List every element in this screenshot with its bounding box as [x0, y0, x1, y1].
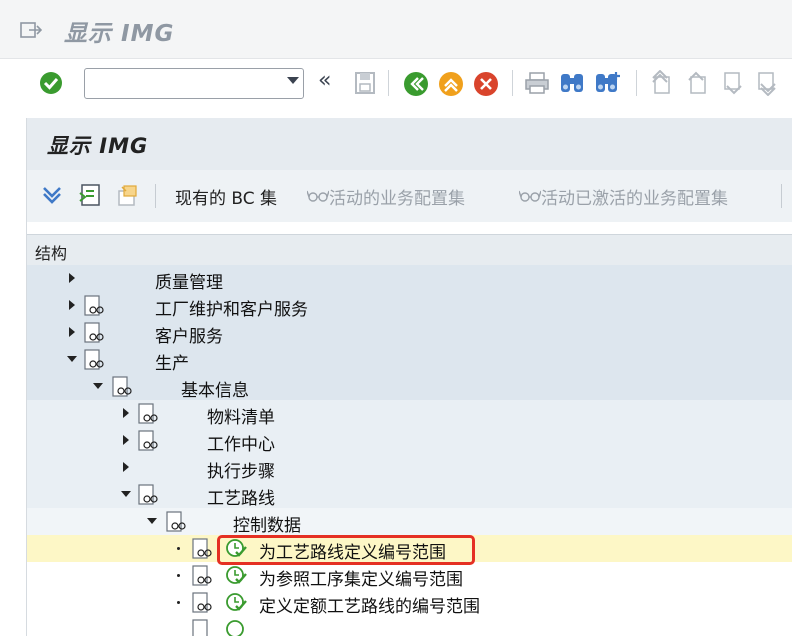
application-toolbar: 现有的 BC 集 活动的业务配置集 活动已激活的业务配置集: [27, 170, 792, 222]
tree-node-label[interactable]: 控制数据: [233, 511, 301, 536]
tree-node-label[interactable]: 物料清单: [207, 403, 275, 428]
structure-header: 结构: [27, 234, 792, 266]
tree-node-label[interactable]: 执行步骤: [207, 457, 275, 482]
find-icon[interactable]: [558, 70, 586, 96]
cancel-icon[interactable]: [472, 70, 500, 98]
command-field[interactable]: [84, 68, 304, 99]
execute-clock-check-icon[interactable]: [225, 564, 247, 586]
enter-icon[interactable]: [38, 70, 64, 96]
back-double-chevron-icon[interactable]: «: [318, 68, 331, 93]
tree-node-bom[interactable]: 物料清单: [27, 400, 792, 428]
tree-node-quality[interactable]: 质量管理: [27, 265, 792, 293]
tree-node-label[interactable]: 定义定额工艺路线的编号范围: [259, 592, 480, 617]
expand-arrow-icon[interactable]: [69, 327, 75, 337]
tree-node-label[interactable]: 质量管理: [155, 268, 223, 293]
expand-all-icon[interactable]: [41, 184, 63, 206]
documentation-icon[interactable]: [191, 538, 213, 560]
note-icon[interactable]: [79, 183, 103, 207]
documentation-icon[interactable]: [137, 484, 159, 506]
tree-node-label[interactable]: 工厂维护和客户服务: [155, 295, 308, 320]
collapse-arrow-icon[interactable]: [121, 491, 131, 497]
documentation-icon[interactable]: [191, 592, 213, 614]
page-title: 显示 IMG: [47, 134, 149, 158]
structure-label: 结构: [35, 244, 68, 263]
active-bc-sets-button[interactable]: 活动的业务配置集: [329, 184, 465, 209]
documentation-icon[interactable]: [137, 403, 159, 425]
tree-node-label[interactable]: 客户服务: [155, 322, 223, 347]
tree-node-plant-maintenance[interactable]: 工厂维护和客户服务: [27, 292, 792, 320]
documentation-icon[interactable]: [83, 322, 105, 344]
expand-arrow-icon[interactable]: [123, 408, 129, 418]
glasses-icon: [519, 190, 541, 202]
documentation-icon[interactable]: [191, 565, 213, 587]
collapse-arrow-icon[interactable]: [67, 356, 77, 362]
release-notes-icon[interactable]: [115, 183, 139, 207]
collapse-arrow-icon[interactable]: [93, 383, 103, 389]
window-title: 显示 IMG: [64, 21, 175, 47]
activated-bc-sets-button[interactable]: 活动已激活的业务配置集: [541, 184, 728, 209]
tree-node-label[interactable]: 工艺路线: [207, 484, 275, 509]
back-icon[interactable]: [402, 70, 430, 98]
img-panel: 显示 IMG 现有的 BC 集 活动的业务配置集 活动已激活的业务配置集 结构 …: [26, 118, 792, 636]
tree-node-production[interactable]: 生产: [27, 346, 792, 374]
bullet-dot: [177, 547, 180, 550]
documentation-icon[interactable]: [191, 619, 213, 636]
tree-node-partial[interactable]: [27, 616, 792, 636]
bullet-dot: [177, 574, 180, 577]
tree-node-label[interactable]: 为参照工序集定义编号范围: [259, 565, 463, 590]
expand-arrow-icon[interactable]: [123, 462, 129, 472]
command-input[interactable]: [91, 69, 275, 98]
previous-page-icon[interactable]: [684, 70, 710, 96]
tree-node-basic-data[interactable]: 基本信息: [27, 373, 792, 401]
exit-icon[interactable]: [20, 22, 42, 38]
expand-arrow-icon[interactable]: [69, 300, 75, 310]
exit-nav-icon[interactable]: [437, 70, 465, 98]
documentation-icon[interactable]: [83, 349, 105, 371]
tree-node-rate-routing-range[interactable]: 定义定额工艺路线的编号范围: [27, 589, 792, 617]
print-icon[interactable]: [524, 71, 550, 95]
existing-bc-sets-button[interactable]: 现有的 BC 集: [175, 184, 277, 209]
tree-node-ref-operation-set-range[interactable]: 为参照工序集定义编号范围: [27, 562, 792, 590]
execute-clock-check-icon[interactable]: [225, 618, 247, 636]
execute-clock-check-icon[interactable]: [225, 591, 247, 613]
tree-node-label[interactable]: 生产: [155, 349, 189, 374]
save-icon[interactable]: [352, 70, 378, 96]
tree-node-define-number-range[interactable]: 为工艺路线定义编号范围: [27, 535, 792, 565]
documentation-icon[interactable]: [137, 430, 159, 452]
glasses-icon: [307, 190, 329, 202]
command-dropdown-icon[interactable]: [287, 77, 299, 84]
find-next-icon[interactable]: [594, 70, 624, 96]
selection-highlight: [217, 535, 475, 565]
tree-node-control-data[interactable]: 控制数据: [27, 508, 792, 536]
tree-node-work-center[interactable]: 工作中心: [27, 427, 792, 455]
documentation-icon[interactable]: [111, 376, 133, 398]
collapse-arrow-icon[interactable]: [147, 518, 157, 524]
next-page-icon[interactable]: [720, 70, 746, 96]
documentation-icon[interactable]: [165, 511, 187, 533]
tree-node-customer-service[interactable]: 客户服务: [27, 319, 792, 347]
expand-arrow-icon[interactable]: [69, 273, 75, 283]
bullet-dot: [177, 601, 180, 604]
tree-node-label[interactable]: 工作中心: [207, 430, 275, 455]
tree-node-routings[interactable]: 工艺路线: [27, 481, 792, 509]
tree-node-execution-steps[interactable]: 执行步骤: [27, 454, 792, 482]
window-titlebar: 显示 IMG: [0, 0, 792, 59]
last-page-icon[interactable]: [754, 70, 780, 96]
documentation-icon[interactable]: [83, 295, 105, 317]
first-page-icon[interactable]: [648, 70, 674, 96]
expand-arrow-icon[interactable]: [123, 435, 129, 445]
panel-header: 显示 IMG: [27, 118, 792, 170]
tree-node-label[interactable]: 基本信息: [181, 376, 249, 401]
